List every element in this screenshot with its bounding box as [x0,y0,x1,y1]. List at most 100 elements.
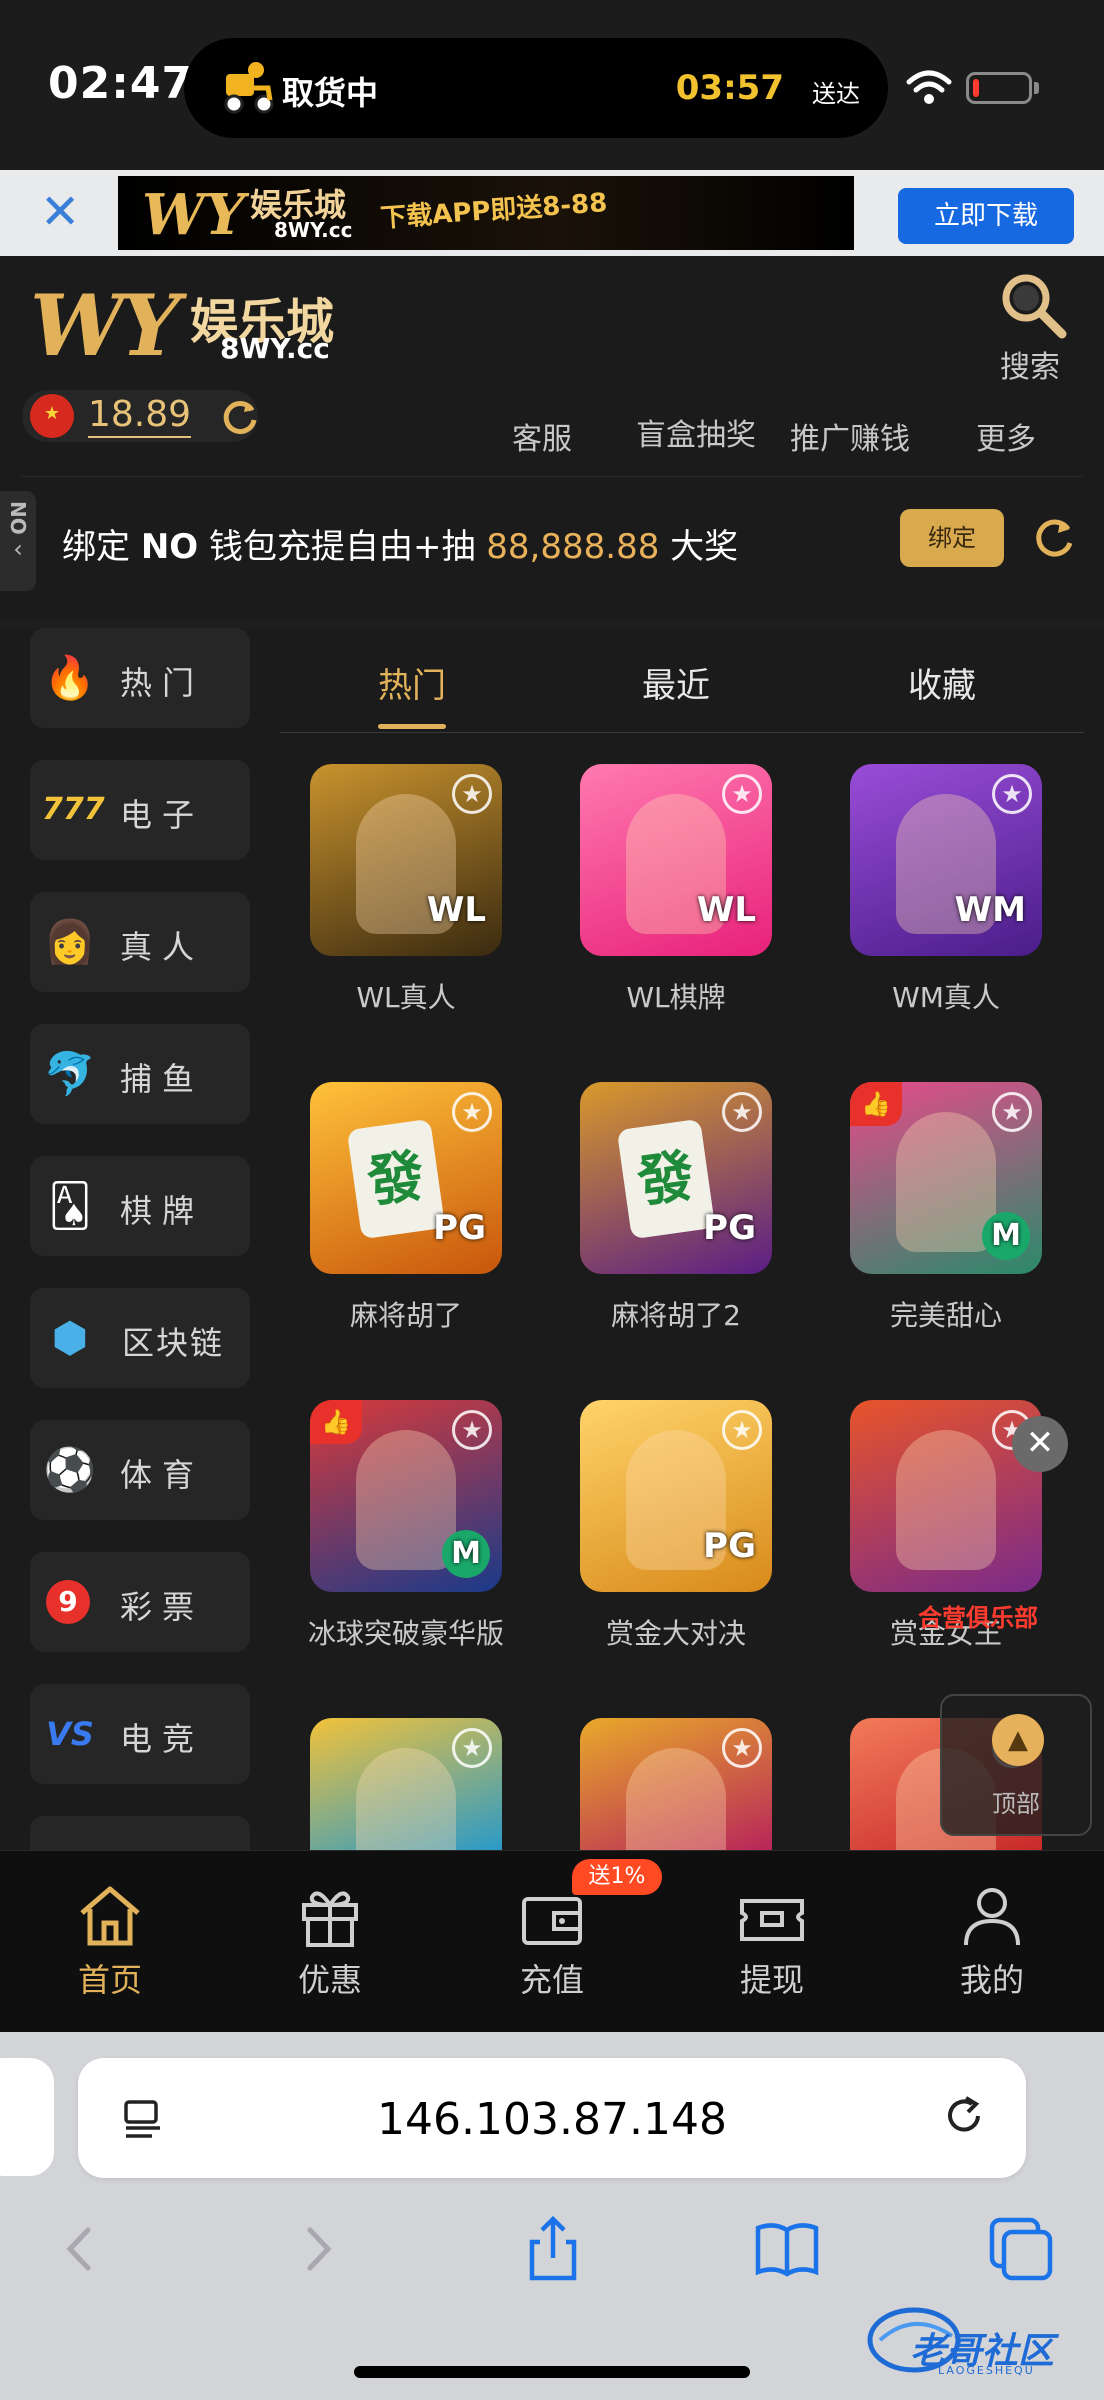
back-to-top-button[interactable]: ▲ 顶部 [940,1694,1092,1836]
bind-text-prefix: 绑定 [62,527,130,567]
activity-label: 取货中 [282,74,379,112]
game-thumbnail[interactable]: 發 ★ PG [580,1082,772,1274]
quick-link-blind-box[interactable]: 盲盒抽奖 [636,410,756,454]
tab-profile[interactable]: 我的 [932,1881,1052,2001]
ios-status-bar: 02:47 取货中 03:57 送达 [0,0,1104,170]
quick-link-more[interactable]: 更多 [976,414,1036,458]
category-item[interactable]: ⬢ 区块链 [30,1288,250,1388]
category-item[interactable]: 🐬 捕鱼 [30,1024,250,1124]
category-item[interactable]: 9 彩票 [30,1552,250,1652]
game-thumbnail[interactable]: ★ WL [580,764,772,956]
reload-icon[interactable] [1030,513,1078,561]
favorite-star-icon[interactable]: ★ [992,1092,1032,1132]
category-item[interactable]: 👩 真人 [30,892,250,992]
bookmarks-icon[interactable] [752,2214,822,2284]
category-label: 电子 [120,796,205,834]
provider-logo: WM [954,890,1026,930]
close-icon[interactable]: ✕ [40,188,80,236]
forward-icon[interactable] [282,2214,352,2284]
category-item[interactable]: 🂡 棋牌 [30,1156,250,1256]
partner-club-tag[interactable]: 合营俱乐部 [918,1598,1038,1633]
tab-home[interactable]: 首页 [50,1881,170,2001]
recharge-bonus-badge: 送1% [572,1859,662,1895]
game-name: 赏金大对决 [605,1617,746,1650]
game-thumbnail[interactable]: ★ [580,1718,772,1850]
favorite-star-icon[interactable]: ★ [452,774,492,814]
tab-promotions[interactable]: 优惠 [270,1881,390,2001]
game-thumbnail[interactable]: 👍 ★ M [310,1400,502,1592]
provider-logo: PG [703,1526,756,1566]
back-icon[interactable] [46,2214,116,2284]
game-name: 麻将胡了 [349,1299,462,1332]
favorite-star-icon[interactable]: ★ [992,774,1032,814]
tab-recharge[interactable]: 充值 [492,1881,612,2001]
lottery-balls-icon: 9 [46,1580,90,1624]
game-thumbnail[interactable]: ★ [850,1400,1042,1592]
provider-logo: PG [703,1208,756,1248]
download-ad-image[interactable]: WY 娱乐城 8WY.cc 下载APP即送8-88 [118,176,854,250]
favorite-star-icon[interactable]: ★ [722,1410,762,1450]
tab-hot[interactable]: 热门 [378,658,446,707]
ad-domain: 8WY.cc [274,218,353,242]
refresh-balance-icon[interactable] [220,396,260,436]
search-icon[interactable] [998,270,1068,340]
china-flag-icon: ★ [30,394,74,438]
category-sidebar: 🔥 热门 777 电子 👩 真人 🐬 捕鱼 🂡 棋牌 ⬢ 区块链 ⚽ 体育 9 彩票 VS 电竞 [0,628,270,1850]
quick-link-customer-service[interactable]: 客服 [512,414,572,458]
balance-pill[interactable]: ★ 18.89 [22,390,258,442]
category-item[interactable]: 🔥 热门 [30,628,250,728]
game-thumbnail[interactable]: ★ [310,1718,502,1850]
tab-withdraw[interactable]: 提现 [712,1881,832,2001]
reload-page-icon[interactable] [942,2094,988,2140]
dynamic-island-live-activity[interactable]: 取货中 03:57 送达 [184,38,888,138]
share-icon[interactable] [518,2214,588,2284]
status-time: 02:47 [48,58,194,109]
category-item[interactable]: VS 电竞 [30,1684,250,1784]
search-label[interactable]: 搜索 [1000,342,1060,386]
bottom-tab-bar: 首页 优惠 充值 送1% 提现 我的 [0,1850,1104,2032]
wallet-name: NO [140,527,199,567]
tab-recent[interactable]: 最近 [642,658,710,707]
quick-link-referral[interactable]: 推广赚钱 [790,414,910,458]
bind-notice-text: 绑定 NO 钱包充提自由+抽 88,888.88 大奖 [62,519,738,568]
home-indicator[interactable] [354,2366,750,2378]
battery-level [973,79,979,97]
wifi-icon [906,70,952,104]
cards-icon: 🂡 [48,1181,92,1230]
close-float-icon[interactable]: ✕ [1012,1416,1068,1472]
site-header: WY 娱乐城 8WY.cc 搜索 [0,256,1104,390]
category-item[interactable]: 777 电子 [30,760,250,860]
favorite-star-icon[interactable]: ★ [722,1728,762,1768]
favorite-star-icon[interactable]: ★ [722,774,762,814]
download-now-button[interactable]: 立即下载 [898,188,1074,244]
category-label: 捕鱼 [120,1060,205,1098]
favorite-star-icon[interactable]: ★ [452,1410,492,1450]
game-thumbnail[interactable]: 發 ★ PG [310,1082,502,1274]
tab-favorites[interactable]: 收藏 [908,658,976,707]
mahjong-tile-icon: 發 [616,1118,716,1240]
tabs-icon[interactable] [986,2214,1056,2284]
game-thumbnail[interactable]: ★ PG [580,1400,772,1592]
no-wallet-side-tab[interactable]: NO ‹ [0,491,36,591]
game-art-figure [896,1430,996,1570]
category-item[interactable]: ⚽ 体育 [30,1420,250,1520]
favorite-star-icon[interactable]: ★ [722,1092,762,1132]
fish-icon: 🐬 [43,1049,97,1098]
slot-777-icon: 777 [42,792,105,827]
previous-tab-peek[interactable] [0,2058,54,2176]
favorite-star-icon[interactable]: ★ [452,1092,492,1132]
game-thumbnail[interactable]: 👍 ★ M [850,1082,1042,1274]
bind-button[interactable]: 绑定 [900,509,1004,567]
fire-icon: 🔥 [43,653,97,702]
eta-time: 03:57 [675,68,784,108]
game-thumbnail[interactable]: ★ WM [850,764,1042,956]
game-thumbnail[interactable]: ★ WL [310,764,502,956]
bell-icon: ▲ [992,1714,1044,1766]
tab-home-label: 首页 [77,1961,142,1999]
favorite-star-icon[interactable]: ★ [452,1728,492,1768]
tab-recharge-label: 充值 [519,1961,584,1999]
logo-mark[interactable]: WY [30,276,180,375]
category-item-partial[interactable] [30,1816,250,1850]
address-bar[interactable]: 146.103.87.148 [78,2058,1026,2178]
battery-icon [966,72,1032,104]
